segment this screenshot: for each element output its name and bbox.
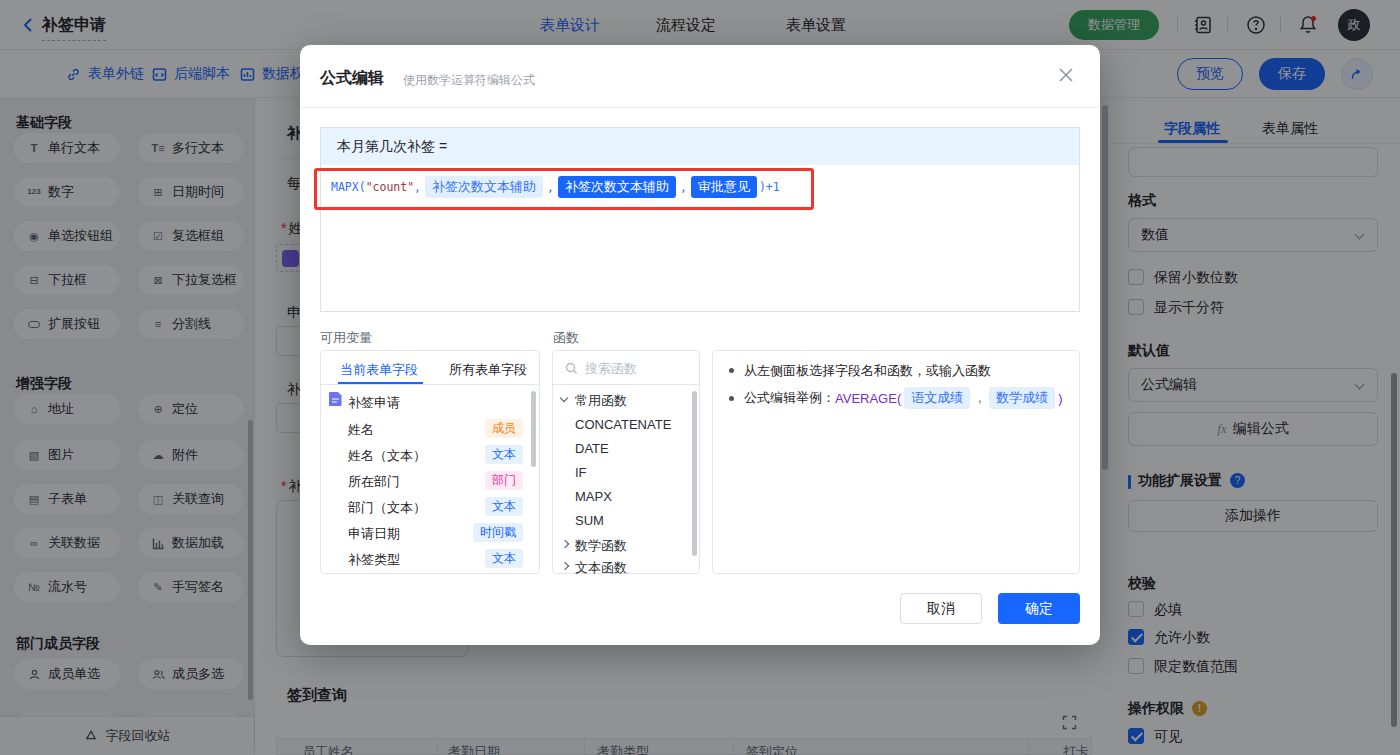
function-item[interactable]: CONCATENATE bbox=[575, 417, 671, 432]
modal-title: 公式编辑 bbox=[320, 68, 384, 89]
example-func: AVERAGE( bbox=[835, 391, 901, 406]
tree-field[interactable]: 所在部门 bbox=[348, 473, 400, 491]
tree-field[interactable]: 姓名（文本） bbox=[348, 447, 426, 465]
function-group[interactable]: 数学函数 bbox=[575, 537, 627, 555]
tree-root[interactable]: 补签申请 bbox=[348, 394, 400, 412]
variables-scrollbar[interactable] bbox=[531, 391, 536, 467]
var-tabs-divider bbox=[321, 384, 539, 385]
search-input[interactable]: 搜索函数 bbox=[585, 360, 637, 378]
close-icon[interactable] bbox=[1058, 67, 1074, 83]
form-doc-icon bbox=[329, 392, 342, 406]
example-chip: 数学成绩 bbox=[989, 387, 1055, 409]
function-item[interactable]: DATE bbox=[575, 441, 609, 456]
variables-label: 可用变量 bbox=[320, 329, 372, 347]
function-group[interactable]: 常用函数 bbox=[575, 392, 627, 410]
tree-field[interactable]: 补签类型 bbox=[348, 551, 400, 569]
search-icon bbox=[565, 362, 578, 375]
confirm-button[interactable]: 确定 bbox=[998, 593, 1080, 624]
tip-example: 公式编辑举例： AVERAGE( 语文成绩 ， 数学成绩 ) bbox=[744, 387, 1063, 409]
functions-label: 函数 bbox=[553, 329, 579, 347]
field-type-tag: 文本 bbox=[485, 497, 523, 516]
formula-target-bar: 本月第几次补签 = bbox=[321, 128, 1079, 165]
function-item[interactable]: IF bbox=[575, 465, 587, 480]
tree-field[interactable]: 姓名 bbox=[348, 421, 374, 439]
formula-editor-modal: 公式编辑 使用数学运算符编辑公式 本月第几次补签 = MAPX("count",… bbox=[300, 45, 1100, 645]
field-type-tag: 文本 bbox=[485, 445, 523, 464]
modal-header-divider bbox=[300, 107, 1100, 108]
search-divider bbox=[553, 384, 699, 385]
cancel-button[interactable]: 取消 bbox=[900, 593, 982, 624]
function-item[interactable]: MAPX bbox=[575, 489, 612, 504]
modal-subtitle: 使用数学运算符编辑公式 bbox=[403, 72, 535, 89]
field-type-tag: 成员 bbox=[485, 419, 523, 438]
tip-bullet bbox=[729, 368, 734, 373]
functions-panel: 搜索函数 常用函数 CONCATENATE DATE IF MAPX SUM 数… bbox=[552, 350, 700, 574]
functions-scrollbar[interactable] bbox=[692, 391, 697, 556]
function-group[interactable]: 文本函数 bbox=[575, 559, 627, 577]
app-window: 补签申请 表单设计 流程设定 表单设置 数据管理 政 表单外链 后端脚本 数据权… bbox=[0, 0, 1400, 755]
example-chip: 语文成绩 bbox=[904, 387, 970, 409]
field-type-tag: 文本 bbox=[485, 549, 523, 568]
formula-target-label: 本月第几次补签 = bbox=[337, 138, 447, 156]
formula-box: 本月第几次补签 = MAPX("count", 补签次数文本辅助 , 补签次数文… bbox=[320, 127, 1080, 312]
annotation-red-box bbox=[314, 168, 814, 210]
tip-bullet bbox=[729, 396, 734, 401]
function-item[interactable]: SUM bbox=[575, 513, 604, 528]
tab-all-form-fields[interactable]: 所有表单字段 bbox=[449, 361, 527, 379]
field-type-tag: 时间戳 bbox=[473, 523, 523, 542]
tree-field[interactable]: 部门（文本） bbox=[348, 499, 426, 517]
tab-current-form-fields[interactable]: 当前表单字段 bbox=[340, 361, 418, 379]
tip-text: 从左侧面板选择字段名和函数，或输入函数 bbox=[744, 362, 991, 380]
chevron-collapsed-icon[interactable] bbox=[561, 562, 569, 570]
chevron-expanded-icon[interactable] bbox=[560, 394, 568, 402]
tree-field[interactable]: 申请日期 bbox=[348, 525, 400, 543]
variables-panel: 当前表单字段 所有表单字段 补签申请 姓名 成员 姓名（文本） 文本 所在部门 … bbox=[320, 350, 540, 574]
field-type-tag: 部门 bbox=[485, 471, 523, 490]
chevron-collapsed-icon[interactable] bbox=[561, 540, 569, 548]
tips-panel: 从左侧面板选择字段名和函数，或输入函数 公式编辑举例： AVERAGE( 语文成… bbox=[712, 350, 1080, 574]
